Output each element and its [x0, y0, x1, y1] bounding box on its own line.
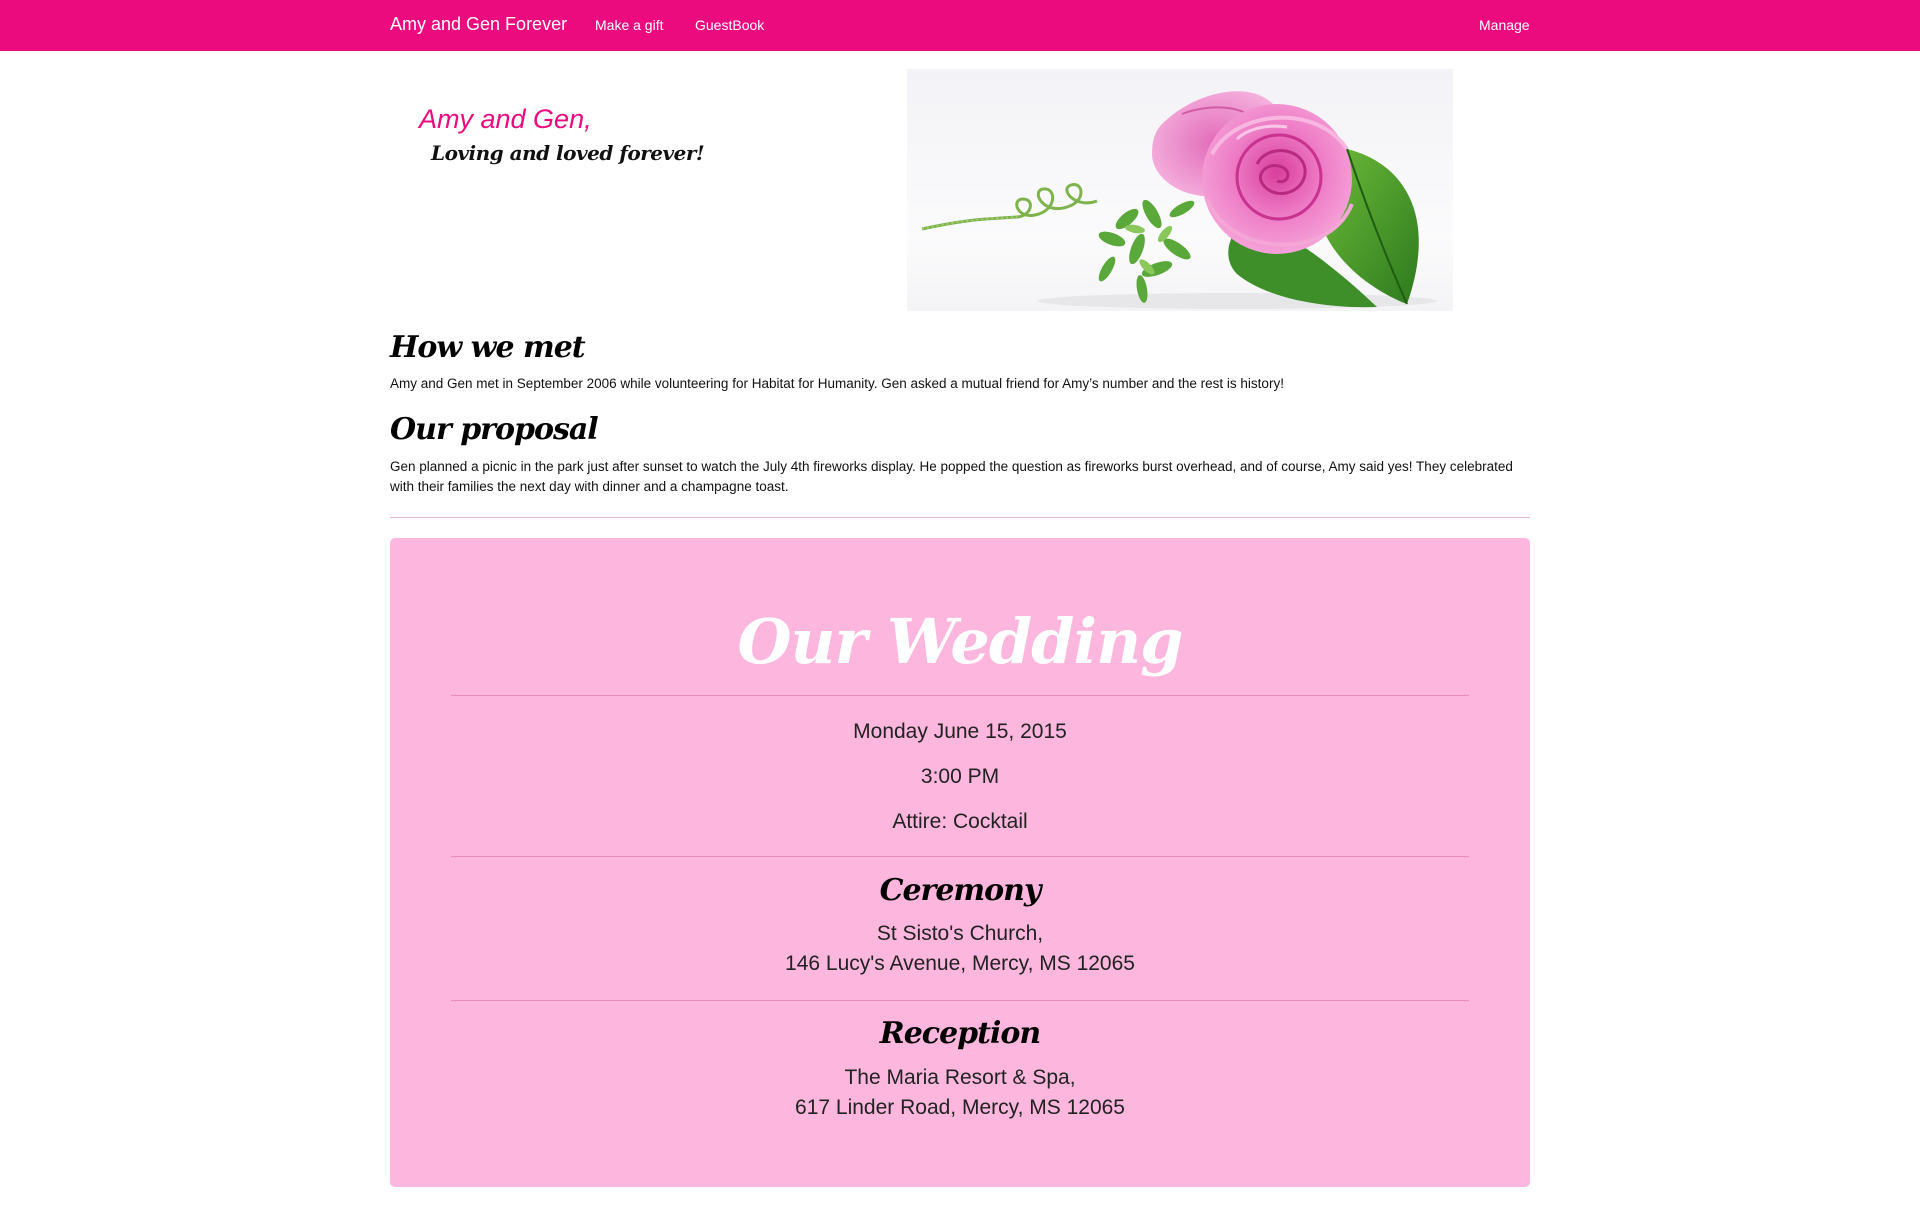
pink-rose-photo: [907, 69, 1453, 311]
ceremony-heading: Ceremony: [879, 873, 1042, 908]
section-divider: [390, 517, 1530, 518]
panel-divider: [451, 695, 1469, 696]
hero-subtitle: Loving and loved forever!: [431, 141, 705, 165]
our-proposal-text: Gen planned a picnic in the park just af…: [390, 459, 1513, 494]
brand-link[interactable]: Amy and Gen Forever: [390, 14, 567, 35]
how-we-met-text: Amy and Gen met in September 2006 while …: [390, 376, 1284, 391]
nav-link-make-a-gift[interactable]: Make a gift: [595, 17, 663, 33]
pink-rose-illustration: [907, 69, 1453, 311]
wedding-attire: Attire: Cocktail: [892, 810, 1028, 833]
how-we-met-heading: How we met: [390, 330, 586, 365]
reception-address: 617 Linder Road, Mercy, MS 12065: [795, 1096, 1125, 1119]
panel-divider: [451, 1000, 1469, 1001]
hero-title: Amy and Gen,: [419, 104, 592, 134]
nav-link-manage[interactable]: Manage: [1479, 17, 1530, 33]
panel-divider: [451, 856, 1469, 857]
our-proposal-heading: Our proposal: [390, 412, 599, 447]
reception-venue: The Maria Resort & Spa,: [844, 1066, 1076, 1089]
wedding-time: 3:00 PM: [920, 765, 1000, 788]
wedding-date: Monday June 15, 2015: [853, 720, 1067, 743]
reception-heading: Reception: [879, 1016, 1041, 1051]
wedding-details-panel: Our Wedding Monday June 15, 2015 3:00 PM…: [390, 538, 1530, 1187]
wedding-title: Our Wedding: [737, 605, 1183, 678]
nav-link-guestbook[interactable]: GuestBook: [695, 17, 764, 33]
ceremony-address: 146 Lucy's Avenue, Mercy, MS 12065: [785, 952, 1135, 975]
ceremony-venue: St Sisto's Church,: [876, 922, 1044, 945]
top-navbar: Amy and Gen Forever Make a gift GuestBoo…: [0, 0, 1920, 51]
